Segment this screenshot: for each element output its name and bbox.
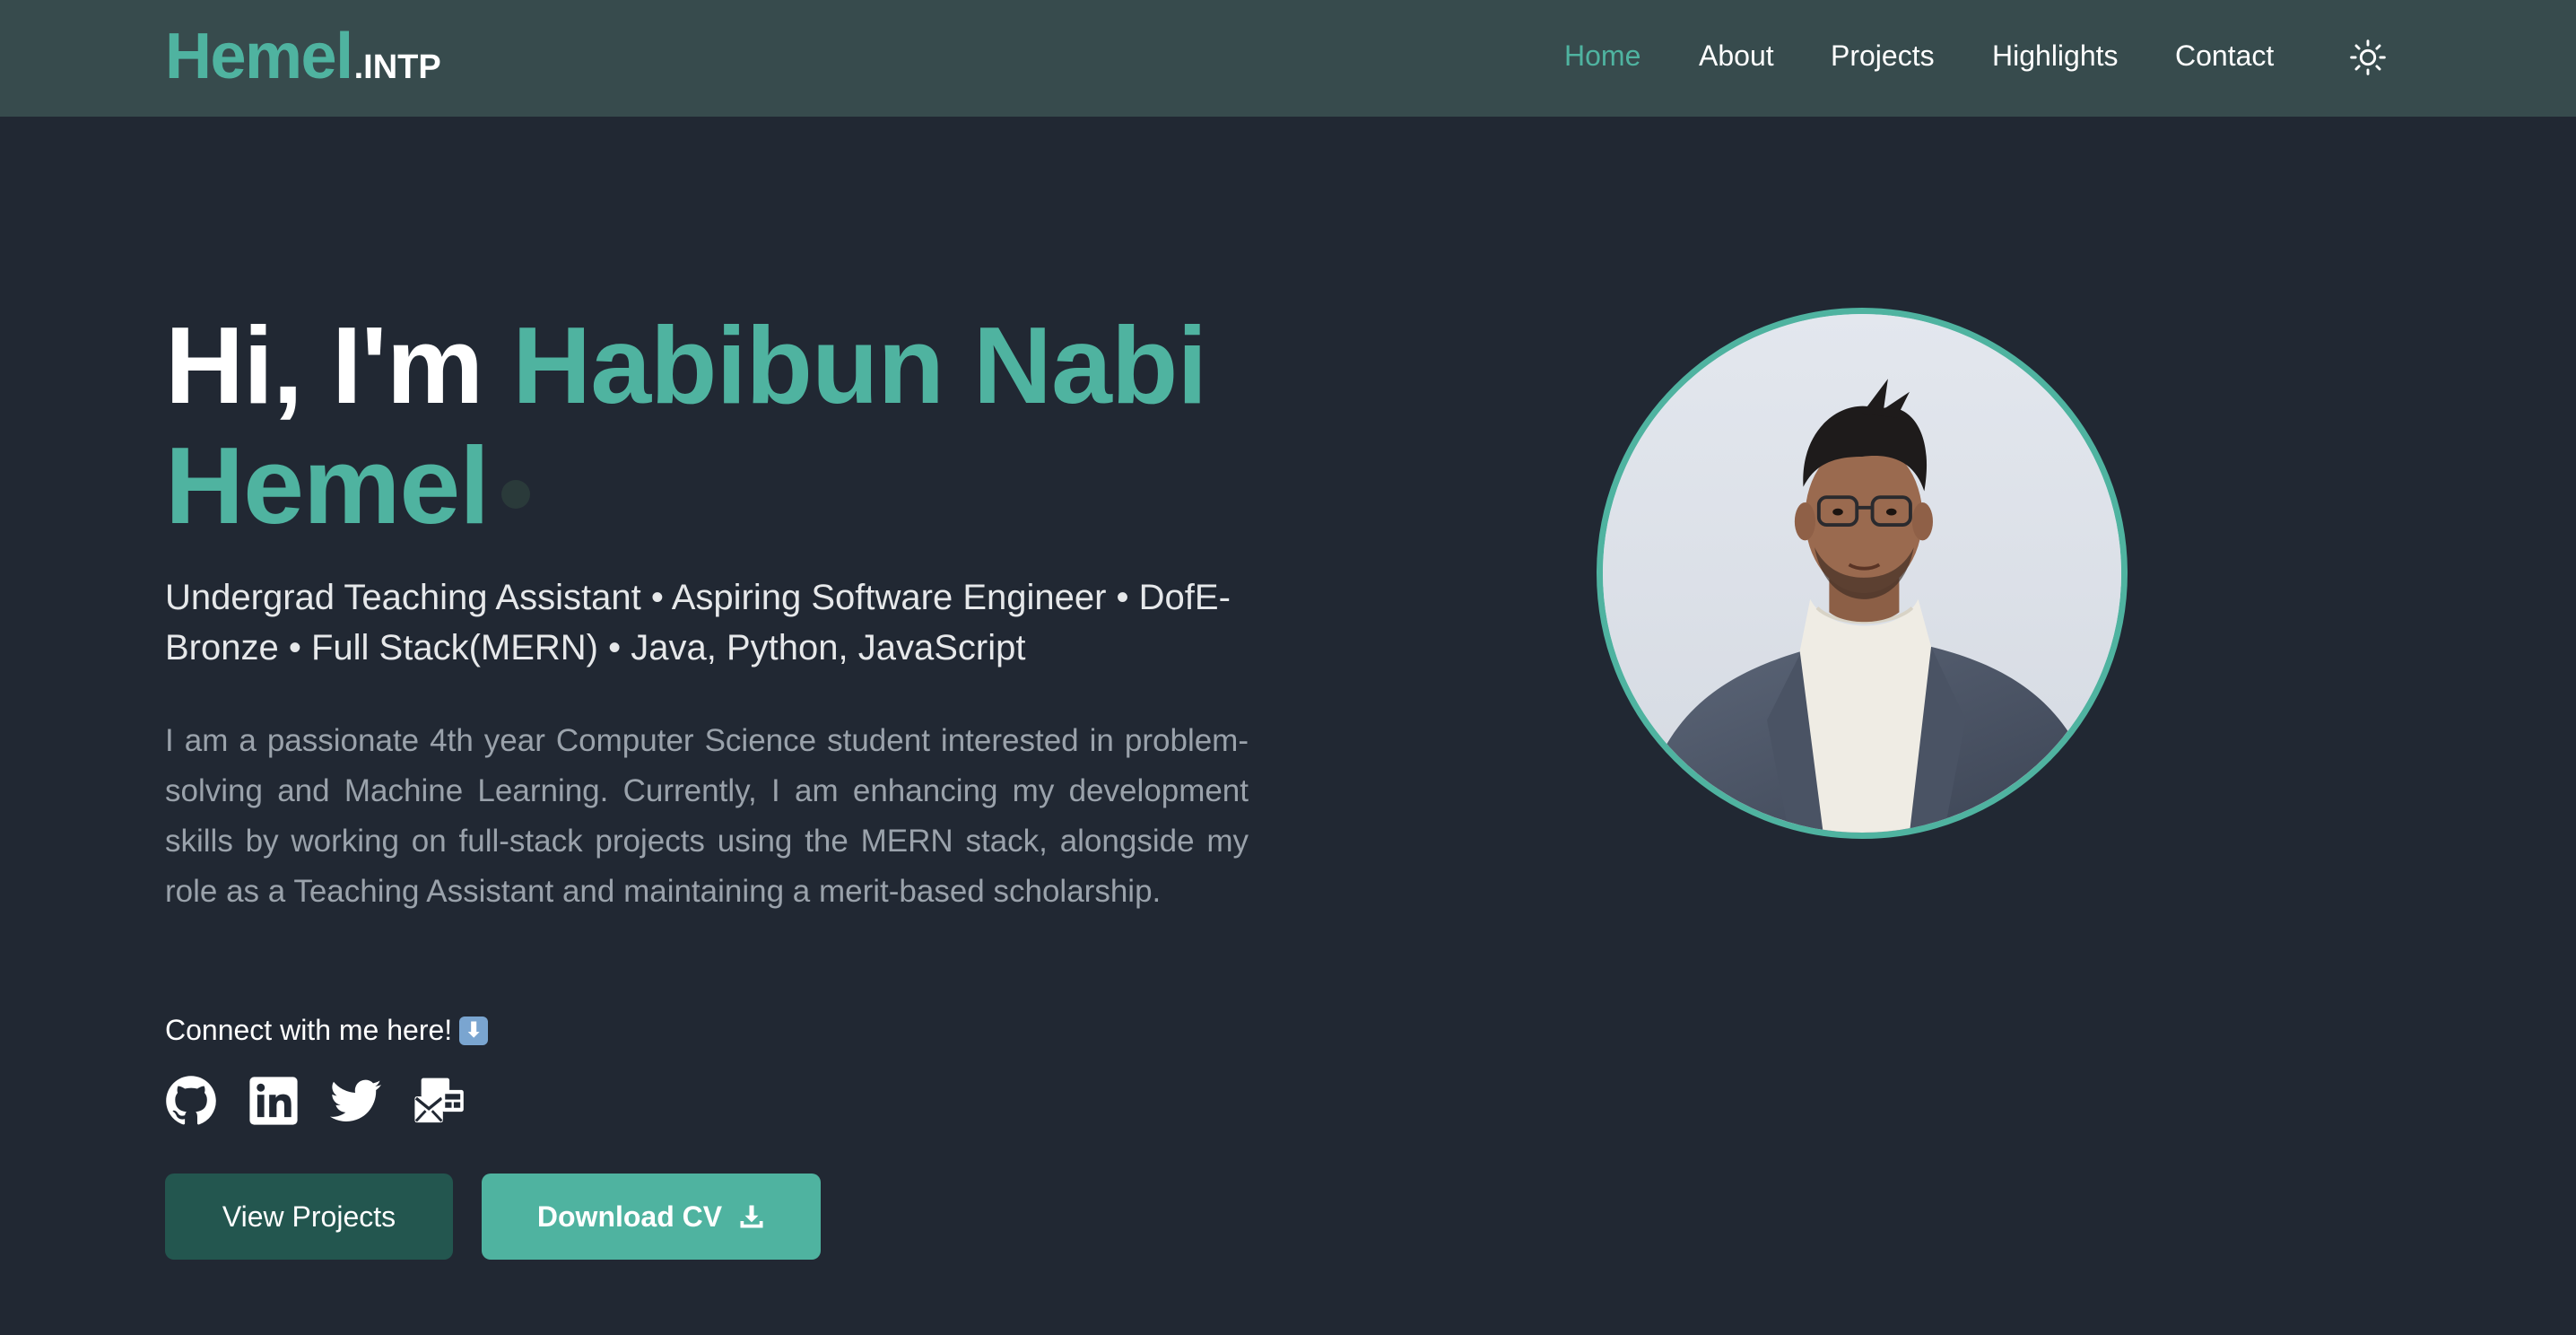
navbar: Hemel .INTP Home About Projects Highligh… [0, 0, 2576, 117]
theme-toggle-button[interactable] [2348, 38, 2388, 77]
connect-label-text: Connect with me here! [165, 1014, 453, 1046]
nav-link-highlights[interactable]: Highlights [1992, 39, 2119, 73]
linkedin-icon[interactable] [248, 1075, 300, 1127]
profile-photo [1597, 308, 2128, 839]
hero-title: Hi, I'm Habibun Nabi Hemel [165, 305, 1313, 545]
social-links [165, 1075, 465, 1127]
nav-link-contact[interactable]: Contact [2175, 39, 2274, 73]
download-icon [740, 1205, 763, 1228]
view-projects-button[interactable]: View Projects [165, 1174, 453, 1260]
nav-link-about[interactable]: About [1699, 39, 1774, 73]
down-arrow-icon: ⬇ [459, 1016, 489, 1045]
hero-name-line1: Habibun Nabi [512, 304, 1207, 426]
nav-links: Home About Projects Highlights Contact [0, 0, 2576, 117]
hero-roles: Undergrad Teaching Assistant • Aspiring … [165, 578, 1231, 668]
typing-cursor [501, 479, 531, 509]
nav-link-home[interactable]: Home [1564, 39, 1640, 73]
mail-icon[interactable] [413, 1075, 465, 1127]
hero-greeting: Hi, I'm [165, 304, 483, 426]
sun-icon [2350, 39, 2386, 75]
nav-link-projects[interactable]: Projects [1831, 39, 1935, 73]
hero-about: I am a passionate 4th year Computer Scie… [165, 723, 1249, 909]
download-cv-button[interactable]: Download CV [482, 1174, 821, 1260]
github-icon[interactable] [165, 1075, 217, 1127]
hero-name-line2: Hemel [165, 424, 490, 546]
connect-label: Connect with me here! ⬇ [165, 1014, 489, 1047]
twitter-icon[interactable] [330, 1075, 382, 1127]
download-cv-label: Download CV [536, 1200, 723, 1233]
